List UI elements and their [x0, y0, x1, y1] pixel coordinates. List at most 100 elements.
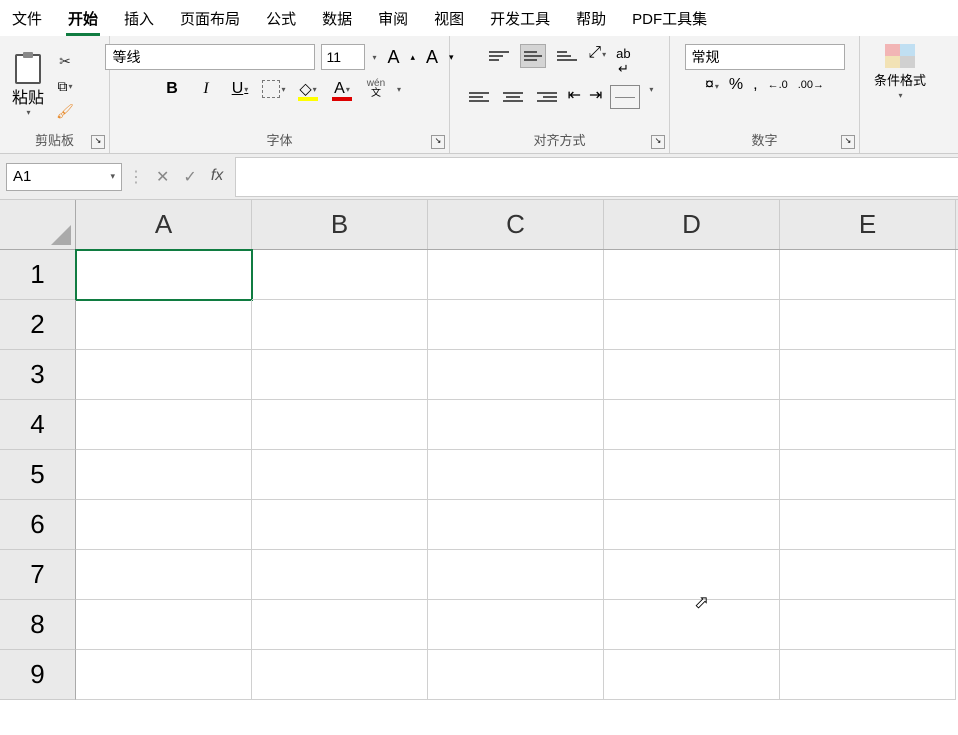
orientation-button[interactable]: ⤢▾ [588, 44, 606, 79]
cell[interactable] [428, 450, 604, 500]
cell[interactable] [76, 650, 252, 700]
formula-input[interactable] [235, 157, 958, 197]
cell[interactable] [780, 400, 956, 450]
chevron-down-icon[interactable]: ▾ [372, 53, 376, 62]
tab-review[interactable]: 审阅 [376, 4, 410, 36]
align-middle-button[interactable] [520, 44, 546, 68]
tab-view[interactable]: 视图 [432, 4, 466, 36]
row-header[interactable]: 8 [0, 600, 76, 650]
cell[interactable] [428, 500, 604, 550]
row-header[interactable]: 9 [0, 650, 76, 700]
wrap-text-button[interactable]: ab ↵ [614, 44, 632, 79]
cell[interactable] [252, 300, 428, 350]
cell[interactable] [604, 450, 780, 500]
percent-button[interactable]: % [729, 76, 743, 94]
cell[interactable] [604, 250, 780, 300]
decrease-font-button[interactable]: A [421, 47, 443, 68]
dialog-launcher-icon[interactable]: ↘ [431, 135, 445, 149]
increase-indent-button[interactable]: ⇥ [589, 85, 602, 109]
cell[interactable] [780, 350, 956, 400]
conditional-formatting-button[interactable]: 条件格式 ▾ [866, 40, 934, 104]
cell[interactable] [76, 350, 252, 400]
cell[interactable] [428, 350, 604, 400]
cell[interactable] [76, 250, 252, 300]
cell[interactable] [252, 400, 428, 450]
cell[interactable] [76, 500, 252, 550]
column-header[interactable]: E [780, 200, 956, 249]
row-header[interactable]: 1 [0, 250, 76, 300]
increase-font-button[interactable]: A [382, 47, 404, 68]
cell[interactable] [604, 400, 780, 450]
cell[interactable] [76, 400, 252, 450]
cell[interactable] [780, 550, 956, 600]
italic-button[interactable]: I [192, 76, 220, 102]
align-center-button[interactable] [500, 85, 526, 109]
tab-home[interactable]: 开始 [66, 4, 100, 36]
comma-style-button[interactable]: , [753, 76, 757, 94]
column-header[interactable]: C [428, 200, 604, 249]
font-name-select[interactable] [105, 44, 315, 70]
cell[interactable] [604, 650, 780, 700]
row-header[interactable]: 7 [0, 550, 76, 600]
dialog-launcher-icon[interactable]: ↘ [91, 135, 105, 149]
cell[interactable] [76, 550, 252, 600]
cell[interactable] [604, 300, 780, 350]
decrease-indent-button[interactable]: ⇤ [568, 85, 581, 109]
cell[interactable] [604, 600, 780, 650]
cell[interactable] [780, 650, 956, 700]
cell[interactable] [780, 450, 956, 500]
font-size-select[interactable] [321, 44, 365, 70]
row-header[interactable]: 5 [0, 450, 76, 500]
cancel-formula-button[interactable]: ✕ [156, 167, 169, 187]
cut-button[interactable]: ✂ [54, 50, 76, 72]
cell[interactable] [428, 600, 604, 650]
chevron-down-icon[interactable]: ▾ [649, 85, 653, 109]
cell[interactable] [428, 650, 604, 700]
copy-button[interactable]: ⧉▾ [54, 75, 76, 97]
cell[interactable] [780, 300, 956, 350]
bold-button[interactable]: B [158, 76, 186, 102]
cell[interactable] [252, 500, 428, 550]
format-painter-button[interactable]: 🖌 [54, 100, 76, 122]
increase-decimal-button[interactable]: ←.0 [768, 79, 788, 91]
cell[interactable] [780, 600, 956, 650]
tab-file[interactable]: 文件 [10, 4, 44, 36]
cell[interactable] [252, 600, 428, 650]
align-top-button[interactable] [486, 44, 512, 68]
tab-pdf[interactable]: PDF工具集 [630, 4, 709, 36]
align-bottom-button[interactable] [554, 44, 580, 68]
accounting-format-button[interactable]: ¤▾ [705, 76, 719, 94]
enter-formula-button[interactable]: ✓ [183, 167, 196, 187]
cell[interactable] [604, 550, 780, 600]
cell[interactable] [428, 400, 604, 450]
merge-cells-button[interactable] [610, 85, 640, 109]
cell[interactable] [252, 450, 428, 500]
dialog-launcher-icon[interactable]: ↘ [651, 135, 665, 149]
cell[interactable] [252, 550, 428, 600]
align-right-button[interactable] [534, 85, 560, 109]
cell[interactable] [252, 250, 428, 300]
column-header[interactable]: A [76, 200, 252, 249]
font-color-button[interactable]: A▾ [328, 76, 356, 102]
cell[interactable] [76, 300, 252, 350]
column-header[interactable]: D [604, 200, 780, 249]
name-box[interactable]: A1 ▾ [6, 163, 122, 191]
column-header[interactable]: B [252, 200, 428, 249]
align-left-button[interactable] [466, 85, 492, 109]
cell[interactable] [252, 650, 428, 700]
tab-formulas[interactable]: 公式 [264, 4, 298, 36]
tab-developer[interactable]: 开发工具 [488, 4, 552, 36]
select-all-corner[interactable] [0, 200, 76, 249]
cell[interactable] [428, 300, 604, 350]
decrease-decimal-button[interactable]: .00→ [798, 79, 824, 91]
underline-button[interactable]: U▾ [226, 76, 254, 102]
insert-function-button[interactable]: fx [211, 167, 223, 187]
cell[interactable] [428, 550, 604, 600]
phonetic-button[interactable]: wén 文 [362, 76, 390, 102]
paste-button[interactable]: 粘贴 ▾ [6, 52, 50, 119]
tab-help[interactable]: 帮助 [574, 4, 608, 36]
row-header[interactable]: 2 [0, 300, 76, 350]
cell[interactable] [428, 250, 604, 300]
fill-color-button[interactable]: ◇▾ [294, 76, 322, 102]
row-header[interactable]: 4 [0, 400, 76, 450]
